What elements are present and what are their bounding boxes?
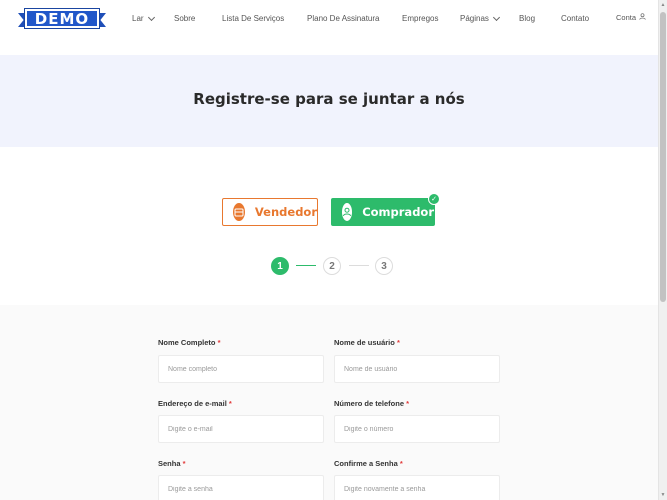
- full-name-input[interactable]: [158, 355, 324, 383]
- nav-item-plans-label: Plano De Assinatura: [307, 14, 380, 23]
- nav-item-pages[interactable]: Páginas: [460, 13, 500, 23]
- store-icon: [233, 203, 245, 221]
- password-label: Senha *: [158, 459, 186, 468]
- password-input[interactable]: [158, 475, 324, 500]
- full-name-label-text: Nome Completo: [158, 338, 216, 347]
- buyer-role-label: Comprador: [362, 205, 434, 219]
- nav-item-jobs-label: Empregos: [402, 14, 439, 23]
- nav-item-services[interactable]: Lista De Serviços: [222, 14, 284, 23]
- full-name-label: Nome Completo *: [158, 338, 221, 347]
- scroll-up-icon[interactable]: ▲: [660, 2, 666, 8]
- phone-input[interactable]: [334, 415, 500, 443]
- nav-item-plans[interactable]: Plano De Assinatura: [307, 14, 380, 23]
- password-label-text: Senha: [158, 459, 181, 468]
- confirm-password-label-text: Confirme a Senha: [334, 459, 398, 468]
- nav-item-pages-label: Páginas: [460, 14, 489, 23]
- registration-form: [0, 305, 658, 500]
- step-3[interactable]: 3: [375, 257, 393, 275]
- page-banner: Registre-se para se juntar a nós: [0, 55, 658, 147]
- nav-item-contact-label: Contato: [561, 14, 590, 23]
- required-mark: *: [406, 399, 410, 408]
- page-scrollbar[interactable]: ▲ ▼: [658, 0, 667, 500]
- site-logo[interactable]: DEMO: [18, 8, 106, 30]
- step-2[interactable]: 2: [323, 257, 341, 275]
- confirm-password-input[interactable]: [334, 475, 500, 500]
- top-navbar: DEMO Lar Sobre Lista De Serviços Plano D…: [0, 0, 658, 40]
- nav-item-services-label: Lista De Serviços: [222, 14, 285, 23]
- nav-item-home-label: Lar: [132, 14, 144, 23]
- nav-item-jobs[interactable]: Empregos: [402, 14, 438, 23]
- required-mark: *: [228, 399, 232, 408]
- nav-item-home[interactable]: Lar: [132, 13, 155, 23]
- email-input[interactable]: [158, 415, 324, 443]
- nav-item-account[interactable]: Conta: [616, 13, 646, 22]
- logo-text: DEMO: [34, 9, 90, 28]
- scrollbar-thumb[interactable]: [660, 12, 666, 302]
- step-connector-2: [349, 265, 369, 266]
- confirm-password-label: Confirme a Senha *: [334, 459, 403, 468]
- required-mark: *: [217, 338, 221, 347]
- username-label: Nome de usuário *: [334, 338, 400, 347]
- buyer-role-button[interactable]: Comprador: [331, 198, 435, 226]
- seller-role-label: Vendedor: [254, 205, 317, 219]
- scroll-down-icon[interactable]: ▼: [660, 492, 666, 498]
- nav-item-about[interactable]: Sobre: [174, 14, 195, 23]
- nav-item-about-label: Sobre: [174, 14, 196, 23]
- nav-item-blog-label: Blog: [519, 14, 536, 23]
- selected-check-icon: ✓: [428, 193, 440, 205]
- logo-plate: DEMO: [24, 8, 100, 29]
- step-connector-1: [296, 265, 316, 266]
- required-mark: *: [396, 338, 400, 347]
- phone-label: Número de telefone *: [334, 399, 409, 408]
- seller-role-button[interactable]: Vendedor: [222, 198, 318, 226]
- required-mark: *: [399, 459, 403, 468]
- step-1[interactable]: 1: [271, 257, 289, 275]
- nav-item-contact[interactable]: Contato: [561, 14, 589, 23]
- nav-item-account-label: Conta: [616, 13, 637, 22]
- chevron-down-icon: [147, 13, 155, 21]
- email-label-text: Endereço de e-mail: [158, 399, 227, 408]
- chevron-down-icon: [492, 13, 500, 21]
- username-input[interactable]: [334, 355, 500, 383]
- user-icon: [639, 13, 646, 22]
- page-title: Registre-se para se juntar a nós: [193, 90, 465, 108]
- phone-label-text: Número de telefone: [334, 399, 405, 408]
- nav-item-blog[interactable]: Blog: [519, 14, 535, 23]
- username-label-text: Nome de usuário: [334, 338, 395, 347]
- email-label: Endereço de e-mail *: [158, 399, 232, 408]
- required-mark: *: [182, 459, 186, 468]
- user-icon: [342, 203, 353, 221]
